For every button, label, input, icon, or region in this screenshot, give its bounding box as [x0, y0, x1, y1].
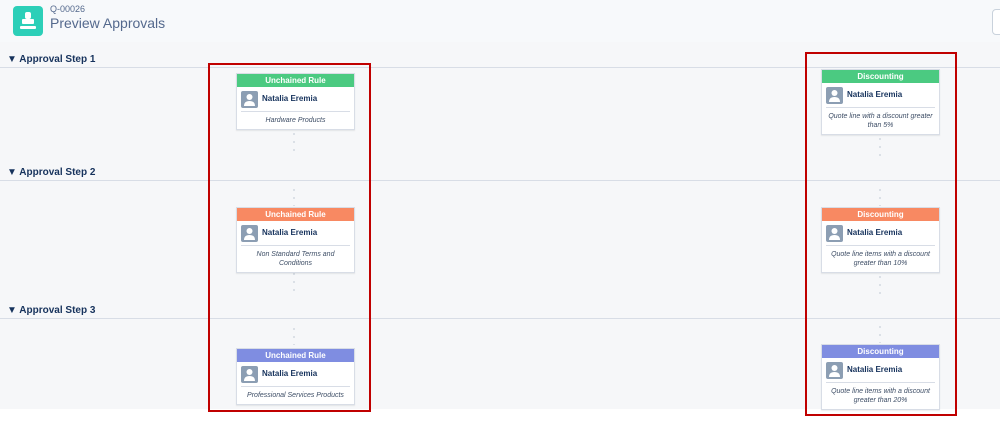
page-header: Q-00026 Preview Approvals	[0, 0, 1000, 43]
approval-stamp-icon	[13, 6, 43, 36]
step-label[interactable]: ▼ Approval Step 3	[7, 305, 95, 316]
annotation-highlight-right	[805, 52, 957, 416]
record-id: Q-00026	[50, 4, 86, 14]
step-label[interactable]: ▼ Approval Step 1	[7, 54, 95, 65]
header-action-button[interactable]	[992, 9, 1000, 35]
page-title: Preview Approvals	[50, 15, 166, 31]
step-label[interactable]: ▼ Approval Step 2	[7, 167, 95, 178]
annotation-highlight-left	[208, 63, 371, 412]
